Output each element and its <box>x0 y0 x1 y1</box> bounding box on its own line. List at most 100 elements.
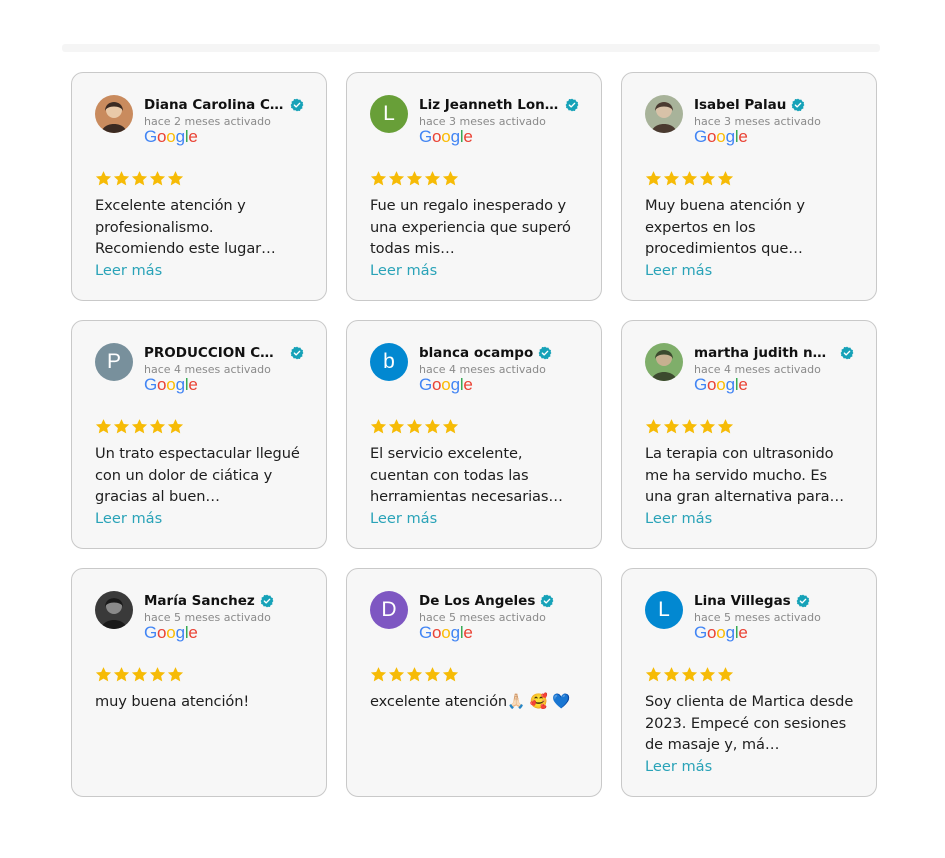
review-text: Un trato espectacular llegué con un dolo… <box>95 445 300 506</box>
read-more-link[interactable]: Leer más <box>645 260 854 281</box>
review-meta: Isabel Palau hace 3 meses activado Google <box>694 95 854 147</box>
reviewer-name-row: blanca ocampo <box>419 343 579 362</box>
review-header: martha judith nuñ... hace 4 meses activad… <box>645 343 854 403</box>
review-card: Isabel Palau hace 3 meses activado Google M… <box>621 72 877 301</box>
star-rating <box>370 418 579 436</box>
read-more-link[interactable]: Leer más <box>370 508 579 529</box>
review-card: Diana Carolina Ca... hace 2 meses activad… <box>71 72 327 301</box>
verified-badge-icon <box>290 98 304 111</box>
star-icon <box>113 419 130 434</box>
star-icon <box>167 667 184 682</box>
star-icon <box>113 171 130 186</box>
star-icon <box>406 171 423 186</box>
review-meta: Diana Carolina Ca... hace 2 meses activad… <box>144 95 304 147</box>
reviewer-name: De Los Angeles <box>419 592 536 609</box>
star-icon <box>699 419 716 434</box>
avatar <box>95 95 133 133</box>
reviewer-name: blanca ocampo <box>419 344 534 361</box>
review-text: excelente atención🙏🏻 🥰 💙 <box>370 693 571 710</box>
avatar-initial: L <box>383 102 395 125</box>
star-rating <box>645 170 854 188</box>
review-meta: Liz Jeanneth Lond... hace 3 meses activad… <box>419 95 579 147</box>
avatar-initial: L <box>658 598 670 621</box>
read-more-link[interactable]: Leer más <box>95 508 304 529</box>
star-icon <box>149 171 166 186</box>
review-meta: martha judith nuñ... hace 4 meses activad… <box>694 343 854 395</box>
star-rating <box>95 170 304 188</box>
star-icon <box>424 667 441 682</box>
star-icon <box>699 667 716 682</box>
star-icon <box>149 419 166 434</box>
top-divider <box>62 44 880 52</box>
review-card: P PRODUCCION COL... hace 4 meses activado G… <box>71 320 327 549</box>
read-more-link[interactable]: Leer más <box>95 260 304 281</box>
avatar: L <box>370 95 408 133</box>
star-icon <box>167 171 184 186</box>
star-icon <box>370 419 387 434</box>
review-card: martha judith nuñ... hace 4 meses activad… <box>621 320 877 549</box>
star-rating <box>645 666 854 684</box>
avatar-initial: D <box>381 598 397 621</box>
verified-badge-icon <box>791 98 805 111</box>
google-logo: Google <box>144 127 198 146</box>
star-rating <box>370 170 579 188</box>
reviewer-name-row: martha judith nuñ... <box>694 343 854 362</box>
star-rating <box>95 418 304 436</box>
reviewer-name: Lina Villegas <box>694 592 791 609</box>
review-text: Soy clienta de Martica desde 2023. Empec… <box>645 693 854 754</box>
star-icon <box>663 419 680 434</box>
verified-badge-icon <box>540 594 554 607</box>
user-photo-icon <box>95 95 133 133</box>
review-header: D De Los Angeles hace 5 meses activado Goog… <box>370 591 579 651</box>
star-icon <box>442 171 459 186</box>
verified-badge-icon <box>565 98 579 111</box>
review-text: muy buena atención! <box>95 693 250 710</box>
avatar <box>95 591 133 629</box>
reviews-grid: Diana Carolina Ca... hace 2 meses activad… <box>71 72 877 797</box>
avatar-initial: P <box>106 350 121 373</box>
verified-badge-icon <box>290 346 304 359</box>
reviewer-name: Liz Jeanneth Lond... <box>419 96 560 113</box>
user-photo-icon <box>645 95 683 133</box>
verified-badge-icon <box>796 594 810 607</box>
review-header: L Liz Jeanneth Lond... hace 3 meses activa… <box>370 95 579 155</box>
star-icon <box>424 171 441 186</box>
review-text: Fue un regalo inesperado y una experienc… <box>370 197 571 258</box>
avatar: P <box>95 343 133 381</box>
star-icon <box>717 171 734 186</box>
avatar: b <box>370 343 408 381</box>
review-meta: PRODUCCION COL... hace 4 meses activado Go… <box>144 343 304 395</box>
star-icon <box>95 419 112 434</box>
star-rating <box>95 666 304 684</box>
reviewer-name: PRODUCCION COL... <box>144 344 285 361</box>
star-icon <box>388 667 405 682</box>
star-icon <box>442 667 459 682</box>
star-icon <box>149 667 166 682</box>
star-icon <box>663 667 680 682</box>
review-text: La terapia con ultrasonido me ha servido… <box>645 445 844 506</box>
reviewer-name-row: María Sanchez <box>144 591 304 610</box>
read-more-link[interactable]: Leer más <box>370 260 579 281</box>
review-header: b blanca ocampo hace 4 meses activado Googl… <box>370 343 579 403</box>
reviewer-name-row: Diana Carolina Ca... <box>144 95 304 114</box>
review-card: L Lina Villegas hace 5 meses activado Googl… <box>621 568 877 797</box>
star-icon <box>681 171 698 186</box>
read-more-link[interactable]: Leer más <box>645 508 854 529</box>
reviewer-name-row: Lina Villegas <box>694 591 854 610</box>
reviewer-name-row: PRODUCCION COL... <box>144 343 304 362</box>
star-icon <box>681 419 698 434</box>
review-card: b blanca ocampo hace 4 meses activado Googl… <box>346 320 602 549</box>
star-icon <box>645 171 662 186</box>
review-header: María Sanchez hace 5 meses activado Google <box>95 591 304 651</box>
avatar: L <box>645 591 683 629</box>
review-meta: De Los Angeles hace 5 meses activado Googl… <box>419 591 579 643</box>
review-header: P PRODUCCION COL... hace 4 meses activado G… <box>95 343 304 403</box>
star-icon <box>131 171 148 186</box>
google-logo: Google <box>144 375 198 394</box>
star-icon <box>95 667 112 682</box>
review-text: El servicio excelente, cuentan con todas… <box>370 445 563 506</box>
star-icon <box>663 171 680 186</box>
verified-badge-icon <box>538 346 552 359</box>
reviewer-name: María Sanchez <box>144 592 255 609</box>
read-more-link[interactable]: Leer más <box>645 756 854 777</box>
